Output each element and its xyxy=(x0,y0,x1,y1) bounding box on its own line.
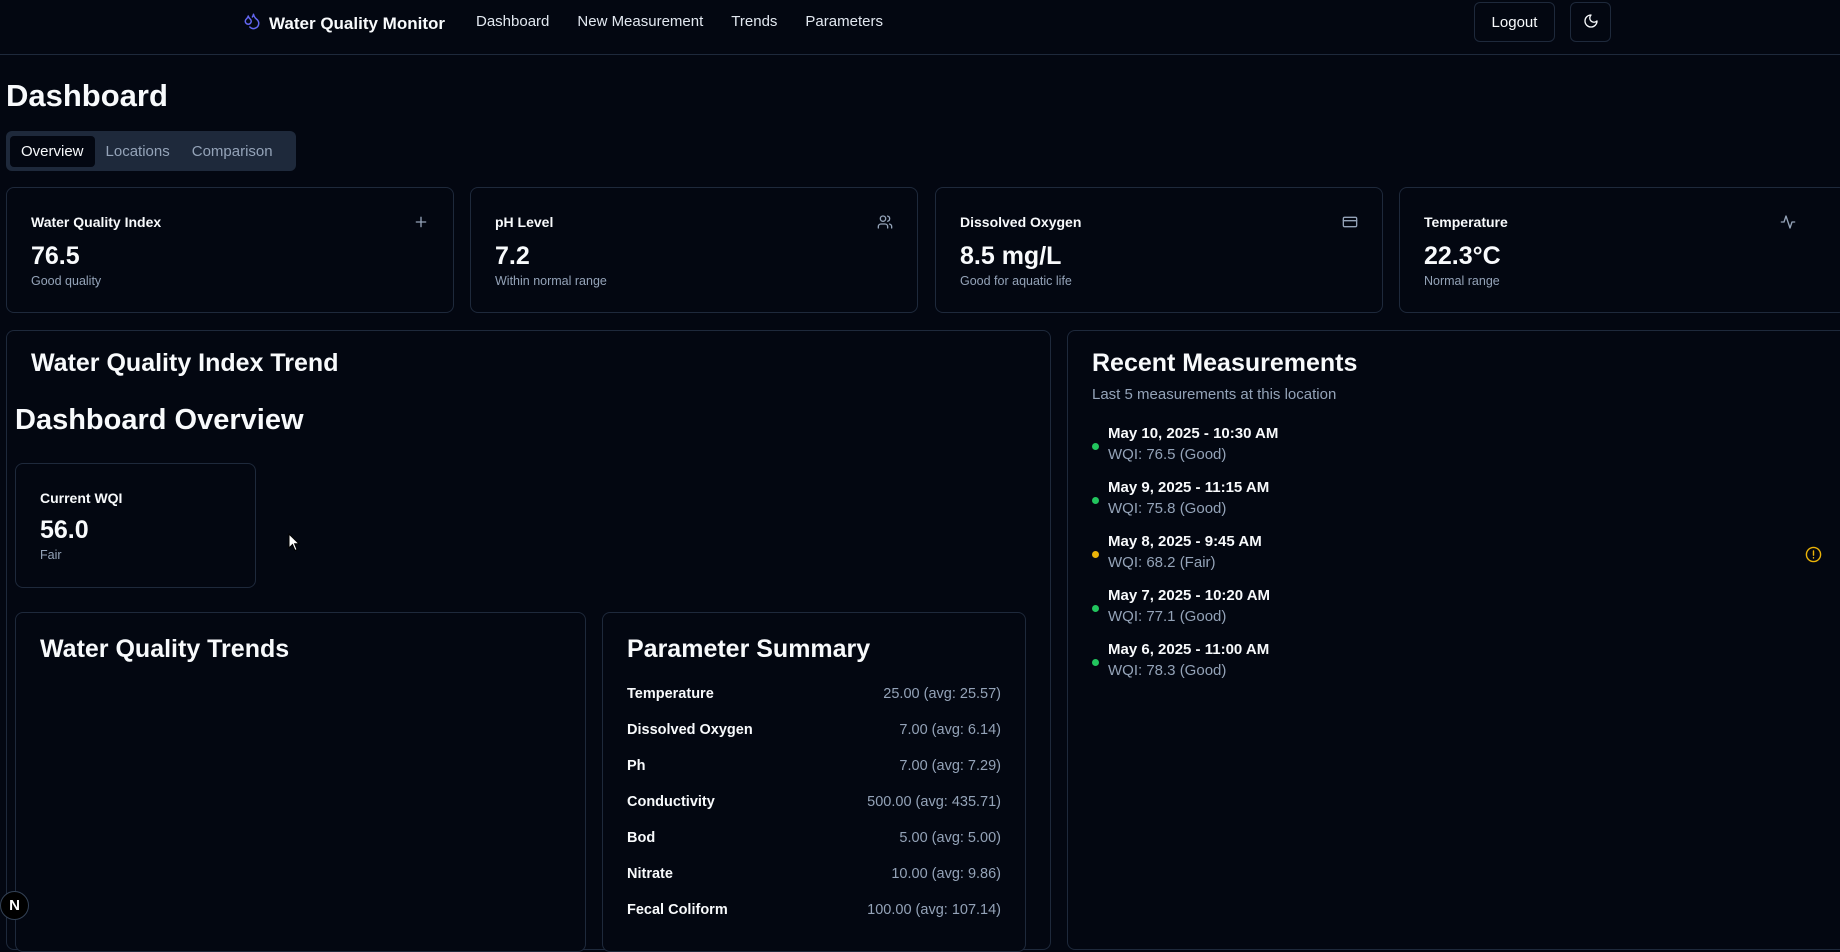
param-name: Fecal Coliform xyxy=(627,902,728,918)
param-value: 7.00 (avg: 6.14) xyxy=(899,722,1001,738)
param-value: 100.00 (avg: 107.14) xyxy=(867,902,1001,918)
param-name: Temperature xyxy=(627,686,714,702)
mouse-cursor-icon xyxy=(288,532,301,557)
panel-title: Water Quality Index Trend xyxy=(31,349,339,377)
status-dot xyxy=(1092,659,1099,666)
param-value: 25.00 (avg: 25.57) xyxy=(883,686,1001,702)
param-name: Dissolved Oxygen xyxy=(627,722,753,738)
stat-card-wqi: Water Quality Index 76.5 Good quality xyxy=(6,187,454,313)
measurement-wqi: WQI: 75.8 (Good) xyxy=(1108,500,1227,517)
stat-card-ph: pH Level 7.2 Within normal range xyxy=(470,187,918,313)
parameter-summary-panel: Parameter Summary Temperature 25.00 (avg… xyxy=(602,612,1026,952)
param-row: Conductivity 500.00 (avg: 435.71) xyxy=(627,794,1001,810)
nav-parameters[interactable]: Parameters xyxy=(805,13,883,30)
param-value: 10.00 (avg: 9.86) xyxy=(891,866,1001,882)
measurement-date: May 6, 2025 - 11:00 AM xyxy=(1108,641,1270,658)
measurement-wqi: WQI: 77.1 (Good) xyxy=(1108,608,1227,625)
nav-trends[interactable]: Trends xyxy=(731,13,777,30)
stat-subtitle: Good quality xyxy=(31,274,102,288)
param-value: 500.00 (avg: 435.71) xyxy=(867,794,1001,810)
current-wqi-status: Fair xyxy=(40,548,62,562)
tab-comparison[interactable]: Comparison xyxy=(181,136,284,167)
dashboard-overview-title: Dashboard Overview xyxy=(15,404,304,436)
stat-value: 76.5 xyxy=(31,242,80,270)
param-row: Bod 5.00 (avg: 5.00) xyxy=(627,830,1001,846)
stat-subtitle: Within normal range xyxy=(495,274,607,288)
nav-new-measurement[interactable]: New Measurement xyxy=(577,13,703,30)
dashboard-tabs: Overview Locations Comparison xyxy=(6,131,296,171)
panel-title: Parameter Summary xyxy=(627,635,871,663)
param-value: 5.00 (avg: 5.00) xyxy=(899,830,1001,846)
stat-title: Water Quality Index xyxy=(31,214,162,230)
top-navigation-bar: Water Quality Monitor Dashboard New Meas… xyxy=(0,0,1840,55)
param-row: Fecal Coliform 100.00 (avg: 107.14) xyxy=(627,902,1001,918)
stat-title: Temperature xyxy=(1424,214,1508,230)
stat-card-temperature: Temperature 22.3°C Normal range xyxy=(1399,187,1840,313)
param-row: Ph 7.00 (avg: 7.29) xyxy=(627,758,1001,774)
theme-toggle-button[interactable] xyxy=(1570,2,1611,42)
param-row: Nitrate 10.00 (avg: 9.86) xyxy=(627,866,1001,882)
measurement-date: May 10, 2025 - 10:30 AM xyxy=(1108,425,1279,442)
measurement-date: May 8, 2025 - 9:45 AM xyxy=(1108,533,1262,550)
water-quality-trends-panel: Water Quality Trends xyxy=(15,612,586,952)
panel-title: Recent Measurements xyxy=(1092,349,1358,377)
measurement-wqi: WQI: 76.5 (Good) xyxy=(1108,446,1227,463)
panel-subtitle: Last 5 measurements at this location xyxy=(1092,386,1337,403)
alert-circle-icon[interactable] xyxy=(1805,546,1822,568)
logout-button[interactable]: Logout xyxy=(1474,2,1555,42)
status-dot xyxy=(1092,551,1099,558)
stat-title: pH Level xyxy=(495,214,554,230)
tab-locations[interactable]: Locations xyxy=(95,136,181,167)
current-wqi-label: Current WQI xyxy=(40,490,123,506)
activity-icon xyxy=(1780,214,1796,235)
param-row: Dissolved Oxygen 7.00 (avg: 6.14) xyxy=(627,722,1001,738)
page-title: Dashboard xyxy=(6,78,168,113)
measurement-wqi: WQI: 78.3 (Good) xyxy=(1108,662,1227,679)
stat-title: Dissolved Oxygen xyxy=(960,214,1082,230)
param-name: Nitrate xyxy=(627,866,673,882)
current-wqi-value: 56.0 xyxy=(40,516,89,544)
dev-tools-badge[interactable]: N xyxy=(0,891,29,920)
nav-dashboard[interactable]: Dashboard xyxy=(476,13,549,30)
stat-value: 8.5 mg/L xyxy=(960,242,1062,270)
credit-card-icon xyxy=(1342,214,1358,235)
measurement-date: May 7, 2025 - 10:20 AM xyxy=(1108,587,1271,604)
param-row: Temperature 25.00 (avg: 25.57) xyxy=(627,686,1001,702)
status-dot xyxy=(1092,605,1099,612)
param-value: 7.00 (avg: 7.29) xyxy=(899,758,1001,774)
stat-value: 22.3°C xyxy=(1424,242,1501,270)
stat-subtitle: Normal range xyxy=(1424,274,1500,288)
brand[interactable]: Water Quality Monitor xyxy=(243,12,445,35)
users-icon xyxy=(877,214,893,235)
panel-title: Water Quality Trends xyxy=(40,635,290,663)
param-name: Conductivity xyxy=(627,794,715,810)
measurement-date: May 9, 2025 - 11:15 AM xyxy=(1108,479,1270,496)
status-dot xyxy=(1092,497,1099,504)
main-nav: Dashboard New Measurement Trends Paramet… xyxy=(476,13,883,30)
current-wqi-card: Current WQI 56.0 Fair xyxy=(15,463,256,588)
measurement-wqi: WQI: 68.2 (Fair) xyxy=(1108,554,1216,571)
status-dot xyxy=(1092,443,1099,450)
droplets-icon xyxy=(243,12,261,35)
stat-card-dissolved-oxygen: Dissolved Oxygen 8.5 mg/L Good for aquat… xyxy=(935,187,1383,313)
tab-overview[interactable]: Overview xyxy=(10,135,95,167)
moon-icon xyxy=(1583,13,1599,32)
recent-measurements-panel: Recent Measurements Last 5 measurements … xyxy=(1067,330,1840,950)
app-title: Water Quality Monitor xyxy=(269,13,445,33)
param-name: Ph xyxy=(627,758,646,774)
plus-icon xyxy=(413,214,429,235)
stat-subtitle: Good for aquatic life xyxy=(960,274,1072,288)
param-name: Bod xyxy=(627,830,656,846)
stat-value: 7.2 xyxy=(495,242,530,270)
